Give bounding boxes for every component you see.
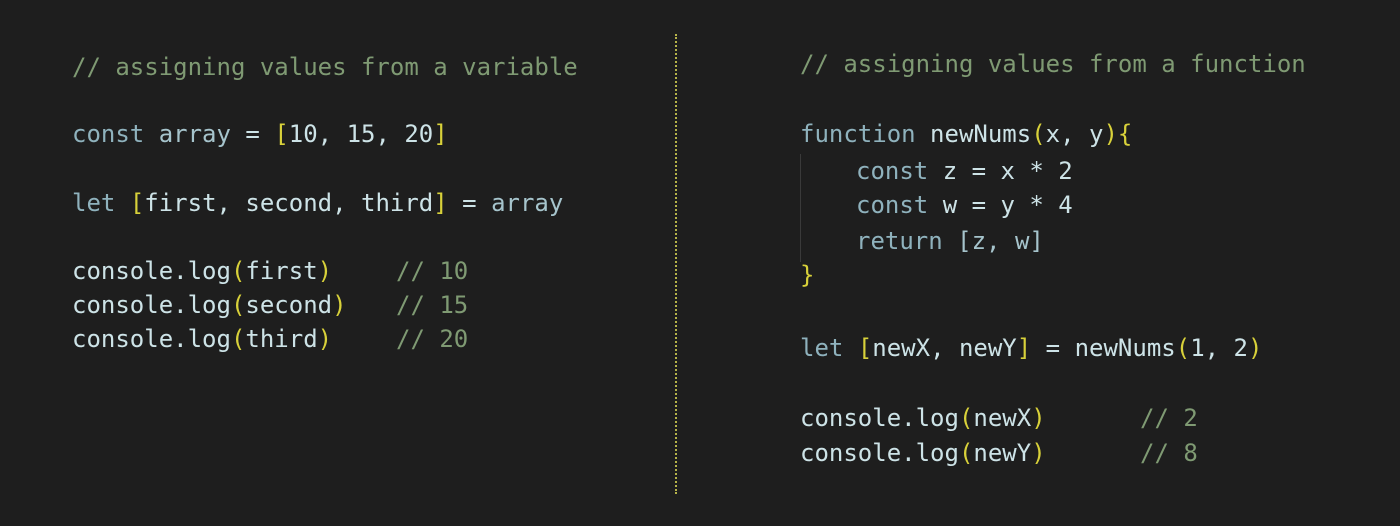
statement-rest: [z, w]: [957, 227, 1044, 255]
dotted-divider: [675, 34, 677, 494]
log-line: console.log(third): [72, 322, 332, 356]
let-keyword: let: [800, 334, 844, 362]
open-paren: (: [958, 404, 974, 432]
log-call: console.log: [72, 257, 231, 285]
indent-guide: [800, 154, 801, 262]
const-keyword: const: [856, 157, 929, 185]
array-values: 10, 15, 20: [288, 120, 434, 148]
code-screenshot: // assigning values from a variable cons…: [0, 0, 1400, 526]
log-output-comment: // 2: [1140, 404, 1198, 432]
right-comment: // assigning values from a function: [800, 50, 1306, 78]
log-line: console.log(newX): [800, 401, 1046, 435]
open-paren: (: [1031, 120, 1046, 148]
return-keyword: return: [856, 227, 943, 255]
left-comment: // assigning values from a variable: [72, 53, 578, 81]
close-paren: ): [317, 257, 333, 285]
log-line: console.log(first): [72, 254, 332, 288]
close-paren: ): [332, 291, 347, 319]
log-output-comment: // 10: [396, 257, 469, 285]
log-output-comment: // 8: [1140, 439, 1198, 467]
const-keyword: const: [856, 191, 929, 219]
function-name: newNums: [930, 120, 1032, 148]
log-output-comment: // 15: [396, 291, 469, 319]
function-body-line: return [z, w]: [856, 224, 1044, 258]
open-paren: (: [1175, 334, 1191, 362]
log-call: console.log: [72, 291, 231, 319]
equals-operator: =: [245, 120, 260, 148]
function-header-line: function newNums(x, y){: [800, 117, 1132, 151]
array-identifier: array: [158, 120, 231, 148]
close-paren: ): [1247, 334, 1263, 362]
source-identifier: array: [491, 189, 564, 217]
open-bracket: [: [857, 334, 873, 362]
log-line: console.log(newY): [800, 436, 1046, 470]
function-keyword: function: [800, 120, 916, 148]
open-paren: (: [230, 257, 246, 285]
const-keyword: const: [72, 120, 145, 148]
function-params: x, y: [1045, 120, 1104, 148]
close-bracket: ]: [433, 120, 448, 148]
open-bracket: [: [274, 120, 289, 148]
log-arg: second: [245, 291, 333, 319]
function-body-line: const z = x * 2: [856, 154, 1073, 188]
destructure-line: let [first, second, third] = array: [72, 186, 563, 220]
statement-rest: z = x * 2: [942, 157, 1073, 185]
close-bracket: ]: [1016, 334, 1032, 362]
close-paren: ): [1031, 404, 1046, 432]
log-arg: newY: [973, 439, 1032, 467]
destructured-names: first, second, third: [144, 189, 434, 217]
close-paren: ): [1031, 439, 1046, 467]
open-paren: (: [230, 291, 246, 319]
close-bracket: ]: [433, 189, 448, 217]
statement-rest: w = y * 4: [942, 191, 1073, 219]
open-paren: (: [958, 439, 974, 467]
call-name: newNums: [1074, 334, 1176, 362]
log-arg: third: [245, 325, 318, 353]
log-arg: first: [245, 257, 318, 285]
open-paren: (: [230, 325, 246, 353]
log-call: console.log: [800, 404, 959, 432]
log-call: console.log: [800, 439, 959, 467]
let-keyword: let: [72, 189, 116, 217]
open-bracket: [: [129, 189, 145, 217]
equals-operator: =: [1045, 334, 1061, 362]
log-output-comment: // 20: [396, 325, 469, 353]
open-brace: {: [1117, 120, 1133, 148]
function-body-line: const w = y * 4: [856, 188, 1073, 222]
array-declaration-line: const array = [10, 15, 20]: [72, 117, 448, 151]
close-paren: ): [317, 325, 333, 353]
equals-operator: =: [462, 189, 477, 217]
close-brace: }: [800, 261, 815, 289]
destructure-call-line: let [newX, newY] = newNums(1, 2): [800, 331, 1262, 365]
destructured-names: newX, newY: [872, 334, 1017, 362]
close-paren: ): [1103, 120, 1118, 148]
log-call: console.log: [72, 325, 231, 353]
log-line: console.log(second): [72, 288, 347, 322]
log-arg: newX: [973, 404, 1032, 432]
call-args: 1, 2: [1190, 334, 1248, 362]
